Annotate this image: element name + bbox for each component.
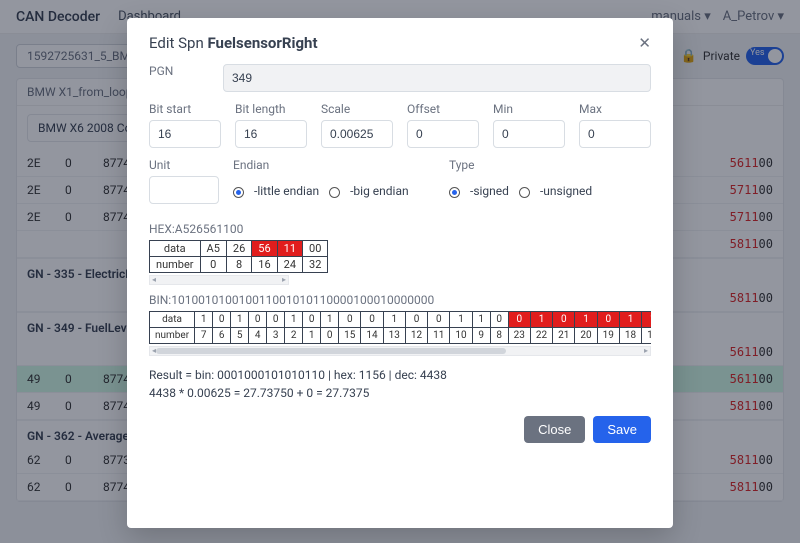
endian-label: Endian [233,158,435,172]
chevron-right-icon[interactable]: ▸ [644,346,648,355]
result-text: Result = bin: 0001000101010110 | hex: 11… [149,366,651,402]
offset-label: Offset [407,102,479,116]
radio-signed[interactable] [449,187,460,198]
hex-scrollbar[interactable]: ◂ ▸ [149,275,289,285]
chevron-left-icon[interactable]: ◂ [152,275,156,284]
scale-label: Scale [321,102,393,116]
hex-label: HEX:A526561100 [149,222,651,236]
big-endian-label: -big endian [350,184,409,198]
save-button[interactable]: Save [593,416,651,443]
modal-overlay: Edit Spn FuelsensorRight ✕ PGN Bit start… [0,0,800,543]
unsigned-label: -unsigned [540,184,592,198]
min-input[interactable] [493,120,565,148]
max-label: Max [579,102,651,116]
unit-input[interactable] [149,176,219,204]
pgn-label: PGN [149,64,209,78]
bitstart-label: Bit start [149,102,221,116]
bitstart-input[interactable] [149,120,221,148]
unit-label: Unit [149,158,219,172]
bitlength-label: Bit length [235,102,307,116]
radio-big-endian[interactable] [329,187,340,198]
bin-label: BIN:101001010010011001010110000100010000… [149,293,651,307]
max-input[interactable] [579,120,651,148]
close-icon[interactable]: ✕ [638,34,651,52]
scale-input[interactable] [321,120,393,148]
radio-little-endian[interactable] [233,187,244,198]
chevron-right-icon[interactable]: ▸ [282,275,286,284]
bin-scrollbar[interactable]: ◂ ▸ [149,346,651,356]
radio-unsigned[interactable] [519,187,530,198]
min-label: Min [493,102,565,116]
signed-label: -signed [470,184,509,198]
hex-table: dataA526561100number08162432 [149,240,328,273]
pgn-input [223,64,651,92]
type-label: Type [449,158,651,172]
close-button[interactable]: Close [524,416,585,443]
modal-title: Edit Spn FuelsensorRight [149,34,318,52]
offset-input[interactable] [407,120,479,148]
little-endian-label: -little endian [254,184,319,198]
bitlength-input[interactable] [235,120,307,148]
edit-spn-modal: Edit Spn FuelsensorRight ✕ PGN Bit start… [127,18,673,528]
bin-table: data101001010010011001010110number765432… [149,311,651,344]
